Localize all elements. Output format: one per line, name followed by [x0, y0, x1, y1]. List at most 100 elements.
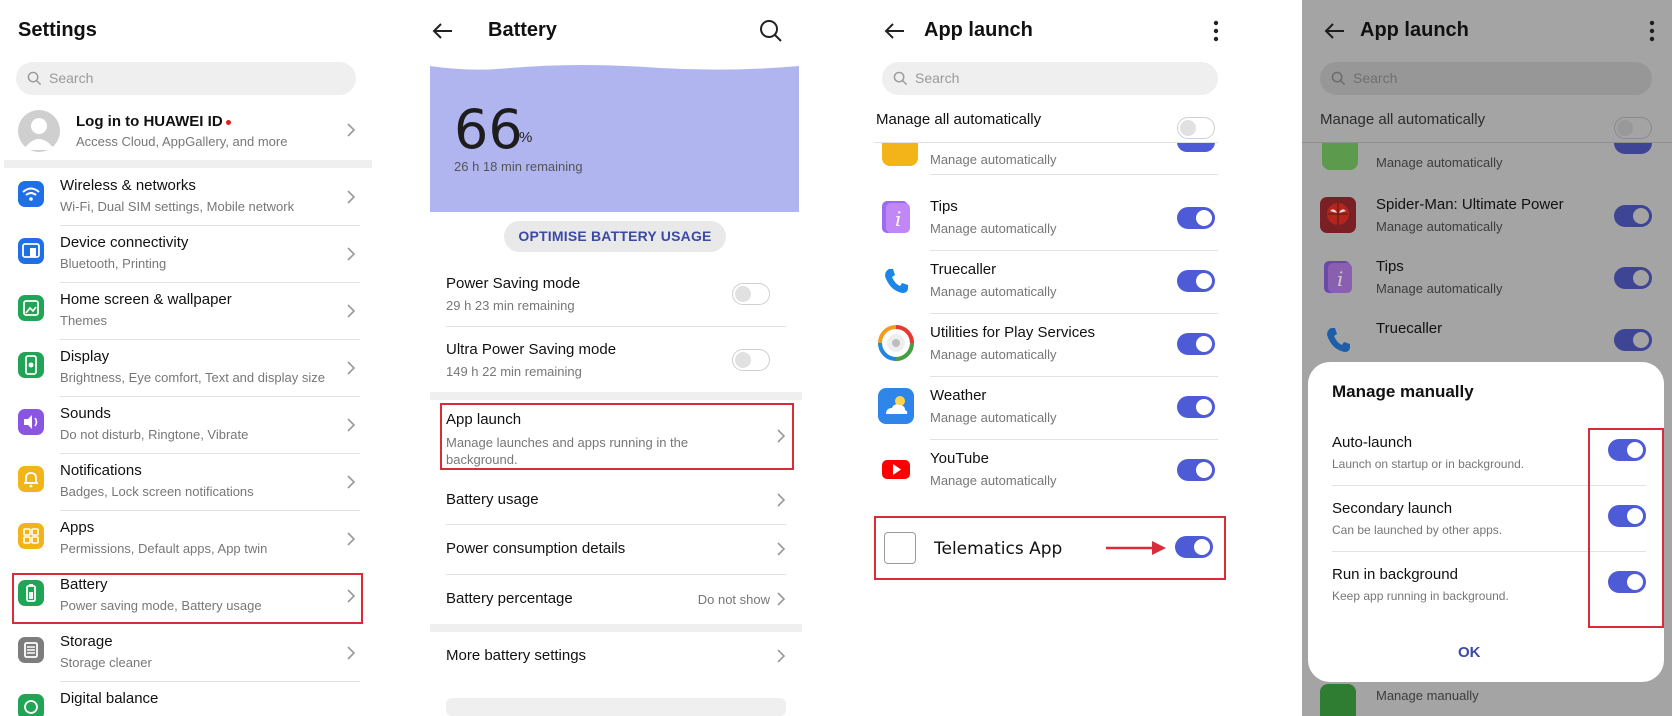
battery-percent-unit: % — [519, 129, 533, 146]
search-input[interactable]: Search — [16, 62, 356, 95]
search-placeholder: Search — [915, 70, 960, 86]
app-toggle[interactable] — [1177, 270, 1215, 292]
divider — [930, 174, 1218, 175]
app-subtitle: Manage automatically — [930, 221, 1057, 236]
search-input[interactable]: Search — [882, 62, 1218, 95]
chevron-right-icon — [346, 122, 356, 138]
settings-item-display[interactable]: Display Brightness, Eye comfort, Text an… — [0, 339, 372, 396]
app-row-truecaller[interactable]: Truecaller Manage automatically — [874, 251, 1246, 312]
app-row-weather[interactable]: Weather Manage automatically — [874, 377, 1246, 438]
telematics-app-name: Telematics App — [934, 539, 1063, 559]
settings-item-title: Home screen & wallpaper — [60, 291, 232, 308]
manage-all-toggle[interactable] — [1177, 117, 1215, 139]
chevron-right-icon — [776, 492, 786, 508]
more-options-icon[interactable] — [1208, 18, 1224, 44]
app-toggle[interactable] — [1177, 459, 1215, 481]
app-toggle[interactable] — [1177, 396, 1215, 418]
apps-icon — [18, 523, 44, 549]
settings-item-sounds[interactable]: Sounds Do not disturb, Ringtone, Vibrate — [0, 396, 372, 453]
search-placeholder: Search — [49, 70, 94, 86]
spiderman-icon — [1320, 197, 1356, 233]
huawei-id-login[interactable]: Log in to HUAWEI ID Access Cloud, AppGal… — [0, 102, 372, 154]
optimise-battery-button[interactable]: OPTIMISE BATTERY USAGE — [504, 221, 726, 252]
search-input[interactable]: Search — [1320, 62, 1652, 95]
settings-item-device-connectivity[interactable]: Device connectivity Bluetooth, Printing — [0, 225, 372, 282]
ultra-power-saving-toggle[interactable] — [732, 349, 770, 371]
back-arrow-icon[interactable] — [1322, 18, 1348, 44]
app-icon-partial — [882, 142, 918, 166]
chevron-right-icon — [776, 648, 786, 664]
app-launch-header: App launch — [1302, 0, 1672, 62]
toggle-knob — [1194, 539, 1210, 555]
manage-all-label: Manage all automatically — [1320, 111, 1486, 128]
app-toggle-partial[interactable] — [1177, 142, 1215, 152]
app-row-utilities[interactable]: Utilities for Play Services Manage autom… — [874, 314, 1246, 375]
search-icon[interactable] — [758, 18, 784, 44]
settings-item-title: Device connectivity — [60, 234, 189, 251]
app-row-youtube[interactable]: YouTube Manage automatically — [874, 440, 1246, 501]
back-arrow-icon[interactable] — [430, 18, 456, 44]
power-consumption-row[interactable]: Power consumption details — [430, 525, 802, 574]
settings-item-title: Notifications — [60, 462, 142, 479]
toggle-knob — [1633, 270, 1649, 286]
app-row-tips[interactable]: i Tips Manage automatically — [874, 188, 1246, 249]
battery-percentage-row[interactable]: Battery percentage Do not show — [430, 575, 802, 624]
chevron-right-icon — [346, 303, 356, 319]
option-title: Auto-launch — [1332, 434, 1413, 451]
digital-balance-icon — [18, 694, 44, 716]
toggle-knob — [1633, 208, 1649, 224]
toggle-knob — [1633, 332, 1649, 348]
app-toggle[interactable] — [1177, 333, 1215, 355]
app-subtitle-partial: Manage automatically — [930, 152, 1057, 167]
app-row-tips[interactable]: i Tips Manage automatically — [1302, 248, 1672, 309]
more-battery-settings-row[interactable]: More battery settings — [430, 634, 802, 682]
settings-item-apps[interactable]: Apps Permissions, Default apps, App twin — [0, 510, 372, 567]
settings-item-subtitle: Brightness, Eye comfort, Text and displa… — [60, 370, 325, 385]
power-consumption-title: Power consumption details — [446, 540, 626, 557]
settings-item-digital-balance[interactable]: Digital balance — [0, 681, 372, 716]
toggle-knob — [1196, 336, 1212, 352]
ok-button[interactable]: OK — [1458, 644, 1481, 661]
settings-header: Settings — [0, 0, 372, 62]
chevron-right-icon — [346, 531, 356, 547]
more-options-icon[interactable] — [1644, 18, 1660, 44]
utilities-icon — [878, 325, 914, 361]
toggle-knob — [1617, 120, 1633, 136]
power-saving-title: Power Saving mode — [446, 275, 581, 292]
manage-all-toggle[interactable] — [1614, 117, 1652, 139]
avatar — [18, 110, 60, 152]
settings-item-storage[interactable]: Storage Storage cleaner — [0, 624, 372, 681]
app-toggle-partial[interactable] — [1614, 142, 1652, 154]
app-subtitle: Manage automatically — [1376, 281, 1503, 296]
app-name: Spider-Man: Ultimate Power — [1376, 196, 1564, 213]
chevron-right-icon — [346, 360, 356, 376]
battery-usage-title: Battery usage — [446, 491, 539, 508]
battery-usage-row[interactable]: Battery usage — [430, 476, 802, 524]
telematics-app-row[interactable]: Telematics App — [874, 516, 1226, 580]
app-toggle[interactable] — [1614, 329, 1652, 351]
app-toggle[interactable] — [1614, 267, 1652, 289]
settings-item-subtitle: Wi-Fi, Dual SIM settings, Mobile network — [60, 199, 295, 214]
telematics-app-toggle[interactable] — [1175, 536, 1213, 558]
battery-remaining-time: 26 h 18 min remaining — [454, 159, 583, 174]
battery-header: Battery — [430, 0, 802, 62]
chevron-right-icon — [346, 645, 356, 661]
power-saving-toggle[interactable] — [732, 283, 770, 305]
red-arrow-icon — [1106, 541, 1166, 555]
app-toggle[interactable] — [1614, 205, 1652, 227]
sound-icon — [18, 409, 44, 435]
back-arrow-icon[interactable] — [882, 18, 908, 44]
app-row-spiderman[interactable]: Spider-Man: Ultimate Power Manage automa… — [1302, 186, 1672, 247]
settings-item-home-screen[interactable]: Home screen & wallpaper Themes — [0, 282, 372, 339]
phone-icon — [1320, 321, 1356, 357]
power-saving-mode-row[interactable]: Power Saving mode 29 h 23 min remaining — [430, 268, 802, 324]
search-icon — [27, 71, 42, 86]
ultra-power-saving-row[interactable]: Ultra Power Saving mode 149 h 22 min rem… — [430, 334, 802, 390]
settings-item-wireless[interactable]: Wireless & networks Wi-Fi, Dual SIM sett… — [0, 168, 372, 225]
settings-item-notifications[interactable]: Notifications Badges, Lock screen notifi… — [0, 453, 372, 510]
option-subtitle: Launch on startup or in background. — [1332, 457, 1525, 471]
search-icon — [893, 71, 908, 86]
settings-item-title: Storage — [60, 633, 113, 650]
app-toggle[interactable] — [1177, 207, 1215, 229]
option-subtitle: Keep app running in background. — [1332, 589, 1509, 603]
